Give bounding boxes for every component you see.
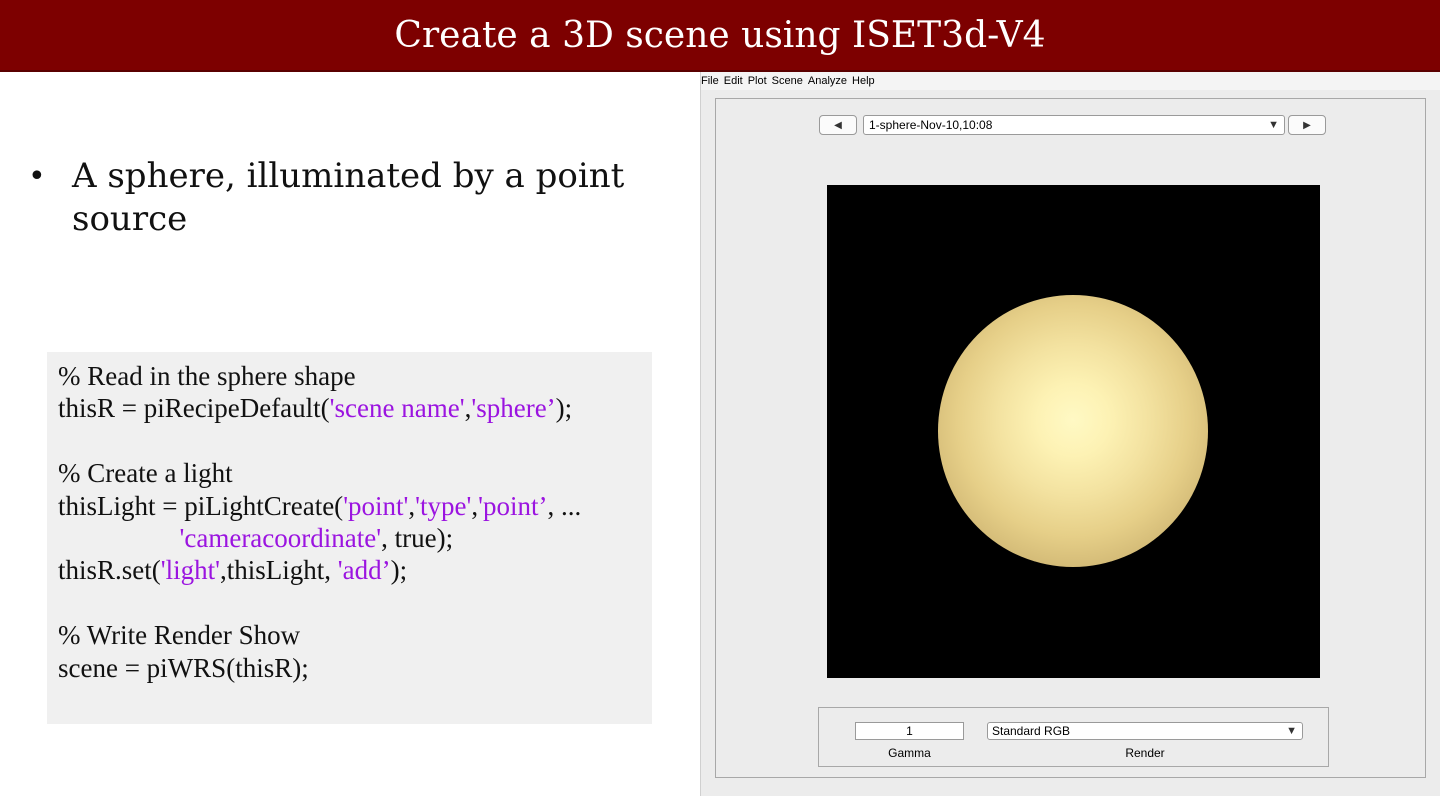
menu-plot[interactable]: Plot — [748, 75, 767, 87]
slide-title: Create a 3D scene using ISET3d-V4 — [394, 14, 1046, 56]
previous-scene-button[interactable]: ◀ — [819, 115, 857, 135]
code-string: 'light' — [160, 555, 220, 586]
render-select-value: Standard RGB — [992, 724, 1071, 738]
display-controls: 1 Gamma Standard RGB ▼ Render — [818, 707, 1329, 767]
code-string: 'sphere’ — [471, 393, 556, 424]
code-string: 'cameracoordinate' — [179, 522, 382, 553]
code-line-camera-coord: 'cameracoordinate', true); — [58, 522, 652, 554]
gamma-label: Gamma — [888, 746, 931, 760]
bullet-text: A sphere, illuminated by a point source — [72, 155, 624, 241]
code-token: thisR = piRecipeDefault( — [58, 393, 330, 424]
menu-scene[interactable]: Scene — [772, 75, 803, 87]
code-string: 'point' — [343, 490, 409, 521]
bullet-dot-icon: • — [28, 159, 46, 194]
menu-file[interactable]: File — [701, 75, 719, 87]
bullet-text-line-1: A sphere, illuminated by a point — [72, 156, 625, 196]
menu-bar: File Edit Plot Scene Analyze Help — [701, 72, 1440, 90]
code-token: ,thisLight, — [220, 555, 338, 586]
menu-edit[interactable]: Edit — [724, 75, 743, 87]
code-comment-read: % Read in the sphere shape — [58, 361, 356, 391]
code-token: ); — [390, 555, 408, 586]
code-token: , true); — [381, 522, 454, 553]
right-arrow-icon: ▶ — [1303, 119, 1311, 131]
code-string: 'add’ — [337, 555, 391, 586]
code-token: thisR.set( — [58, 555, 161, 586]
bullet-point: • A sphere, illuminated by a point sourc… — [28, 155, 658, 241]
code-line-light-create: thisLight = piLightCreate('point','type'… — [58, 490, 652, 522]
slide-title-bar: Create a 3D scene using ISET3d-V4 — [0, 0, 1440, 72]
gamma-input[interactable]: 1 — [855, 722, 964, 740]
scene-select[interactable]: 1-sphere-Nov-10,10:08 ▼ — [863, 115, 1285, 135]
code-comment-wrs: % Write Render Show — [58, 620, 301, 651]
chevron-down-icon: ▼ — [1268, 119, 1279, 131]
code-token: ); — [555, 393, 573, 424]
scene-image[interactable] — [827, 185, 1320, 678]
left-arrow-icon: ◀ — [834, 119, 842, 131]
menu-help[interactable]: Help — [852, 75, 875, 87]
code-block: % Read in the sphere shape thisR = piRec… — [47, 352, 652, 724]
scene-select-value: 1-sphere-Nov-10,10:08 — [869, 118, 993, 132]
render-label: Render — [1125, 746, 1165, 760]
code-token: thisLight = piLightCreate( — [58, 490, 344, 521]
code-token: , ... — [547, 490, 582, 521]
scene-window: File Edit Plot Scene Analyze Help ◀ 1-sp… — [700, 72, 1440, 796]
code-string: 'point’ — [478, 490, 548, 521]
code-string: 'scene name' — [329, 393, 465, 424]
code-line-wrs: scene = piWRS(thisR); — [58, 652, 309, 683]
code-line-set-light: thisR.set('light',thisLight, 'add’); — [58, 554, 652, 586]
code-comment-light: % Create a light — [58, 458, 233, 489]
render-select[interactable]: Standard RGB ▼ — [987, 722, 1303, 740]
menu-analyze[interactable]: Analyze — [808, 75, 847, 87]
scene-panel: ◀ 1-sphere-Nov-10,10:08 ▼ ▶ 1 Gamma Stan… — [715, 98, 1426, 778]
bullet-text-line-2: source — [72, 199, 188, 239]
code-line-recipe: thisR = piRecipeDefault('scene name','sp… — [58, 392, 652, 424]
next-scene-button[interactable]: ▶ — [1288, 115, 1326, 135]
chevron-down-icon: ▼ — [1286, 725, 1297, 737]
rendered-sphere — [938, 295, 1208, 567]
code-string: 'type' — [415, 490, 472, 521]
